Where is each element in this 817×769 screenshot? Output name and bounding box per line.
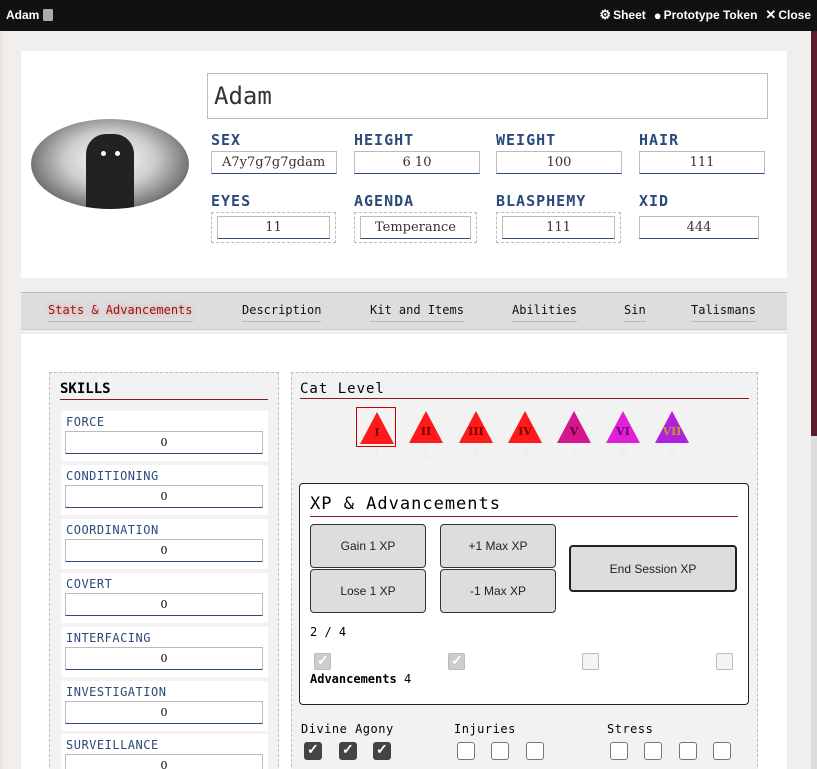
character-sheet: Adam SEX A7y7g7g7gdam HEIGHT 6 10 WEIGHT…: [3, 31, 811, 769]
close-icon: ✕: [765, 7, 777, 22]
skill-interfacing: INTERFACING 0: [61, 627, 268, 677]
skill-force: FORCE 0: [61, 411, 268, 461]
scrollbar-track[interactable]: [811, 31, 817, 436]
skill-coordination: COORDINATION 0: [61, 519, 268, 569]
xp-advancements-box: XP & Advancements Gain 1 XP +1 Max XP Lo…: [299, 483, 749, 705]
skill-conditioning: CONDITIONING 0: [61, 465, 268, 515]
header-card: Adam SEX A7y7g7g7gdam HEIGHT 6 10 WEIGHT…: [21, 51, 787, 278]
gain-xp-button[interactable]: Gain 1 XP: [310, 524, 426, 568]
stress-checkbox[interactable]: [679, 742, 697, 760]
window-titlebar: Adam ⚙ Sheet ● Prototype Token ✕ Close: [0, 0, 817, 31]
skill-value-input[interactable]: 0: [65, 431, 263, 454]
injury-checkbox[interactable]: [526, 742, 544, 760]
tab-sin[interactable]: Sin: [624, 303, 646, 322]
hair-field: HAIR 111: [639, 131, 765, 174]
skills-section: SKILLS FORCE 0 CONDITIONING 0 COORDINATI…: [49, 372, 279, 769]
stress-label: Stress: [607, 722, 654, 736]
stress-checkbox[interactable]: [644, 742, 662, 760]
xid-input[interactable]: 444: [639, 216, 759, 239]
xp-count: 2 / 4: [310, 625, 347, 639]
stats-panel: SKILLS FORCE 0 CONDITIONING 0 COORDINATI…: [21, 334, 787, 769]
gear-icon: ⚙: [599, 7, 612, 22]
xp-checkbox[interactable]: [582, 653, 599, 670]
close-button[interactable]: ✕ Close: [765, 7, 811, 23]
tab-talismans[interactable]: Talismans: [691, 303, 757, 322]
skill-value-input[interactable]: 0: [65, 647, 263, 670]
divine-agony-checkbox[interactable]: [339, 741, 357, 760]
scrollbar-area: [811, 436, 817, 769]
agenda-input[interactable]: Temperance: [360, 216, 471, 239]
divine-agony-checkbox[interactable]: [373, 741, 391, 760]
blasphemy-field: BLASPHEMY 111: [496, 192, 621, 243]
tab-abilities[interactable]: Abilities: [512, 303, 578, 322]
sheet-button[interactable]: ⚙ Sheet: [599, 7, 645, 23]
user-icon: ●: [653, 7, 662, 23]
cat-level-title: Cat Level: [300, 381, 749, 399]
weight-field: WEIGHT 100: [496, 131, 622, 174]
hair-input[interactable]: 111: [639, 151, 765, 174]
sex-input[interactable]: A7y7g7g7gdam: [211, 151, 337, 174]
max-xp-up-button[interactable]: +1 Max XP: [440, 524, 556, 568]
skills-title: SKILLS: [60, 381, 268, 400]
stress-checkbox[interactable]: [610, 742, 628, 760]
injuries-label: Injuries: [454, 722, 516, 736]
tab-stats-advancements[interactable]: Stats & Advancements: [48, 303, 193, 322]
cat-level-6[interactable]: VI X: [603, 407, 643, 460]
avatar-eye: [101, 151, 106, 156]
xp-checkbox[interactable]: [314, 652, 331, 670]
character-name-input[interactable]: Adam: [207, 73, 768, 119]
skill-value-input[interactable]: 0: [65, 754, 263, 769]
end-session-xp-button[interactable]: End Session XP: [569, 545, 737, 592]
sex-field: SEX A7y7g7g7gdam: [211, 131, 337, 174]
cat-level-4[interactable]: IV 5: [505, 407, 545, 460]
advancements-label: Advancements 4: [310, 672, 412, 686]
skill-surveillance: SURVEILLANCE 0: [61, 734, 268, 769]
blasphemy-input[interactable]: 111: [502, 216, 615, 239]
prototype-token-button[interactable]: ● Prototype Token: [654, 7, 758, 23]
xp-checkbox[interactable]: [448, 652, 465, 670]
eyes-field: EYES 11: [211, 192, 336, 243]
weight-input[interactable]: 100: [496, 151, 622, 174]
tab-kit-items[interactable]: Kit and Items: [370, 303, 464, 322]
cat-level-1[interactable]: I 1: [356, 407, 396, 461]
avatar-figure: [86, 134, 134, 209]
cat-level-section: Cat Level I 1 II 2 III 3 IV 5 V 7 VI X V…: [291, 372, 758, 769]
stress-checkbox[interactable]: [713, 742, 731, 760]
height-field: HEIGHT 6 10: [354, 131, 480, 174]
max-xp-down-button[interactable]: -1 Max XP: [440, 569, 556, 613]
note-icon: [43, 9, 54, 21]
cat-level-7[interactable]: VII X: [652, 407, 692, 460]
skill-investigation: INVESTIGATION 0: [61, 681, 268, 731]
cat-level-2[interactable]: II 2: [406, 407, 446, 460]
cat-level-5[interactable]: V 7: [554, 407, 594, 460]
skill-covert: COVERT 0: [61, 573, 268, 623]
skill-value-input[interactable]: 0: [65, 485, 263, 508]
divine-agony-checkbox[interactable]: [304, 741, 322, 760]
avatar-eye: [115, 151, 120, 156]
tab-description[interactable]: Description: [242, 303, 322, 322]
divine-agony-label: Divine Agony: [301, 722, 394, 736]
injury-checkbox[interactable]: [491, 742, 509, 760]
xid-field: XID 444: [639, 192, 759, 239]
tab-bar: Stats & Advancements Description Kit and…: [21, 292, 787, 330]
lose-xp-button[interactable]: Lose 1 XP: [310, 569, 426, 613]
avatar[interactable]: [31, 119, 189, 209]
skill-value-input[interactable]: 0: [65, 539, 263, 562]
cat-level-3[interactable]: III 3: [456, 407, 496, 460]
skill-value-input[interactable]: 0: [65, 701, 263, 724]
xp-checkbox[interactable]: [716, 653, 733, 670]
agenda-field: AGENDA Temperance: [354, 192, 477, 243]
injury-checkbox[interactable]: [457, 742, 475, 760]
xp-title: XP & Advancements: [310, 494, 738, 517]
window-title: Adam: [6, 8, 54, 22]
height-input[interactable]: 6 10: [354, 151, 480, 174]
eyes-input[interactable]: 11: [217, 216, 330, 239]
skill-value-input[interactable]: 0: [65, 593, 263, 616]
